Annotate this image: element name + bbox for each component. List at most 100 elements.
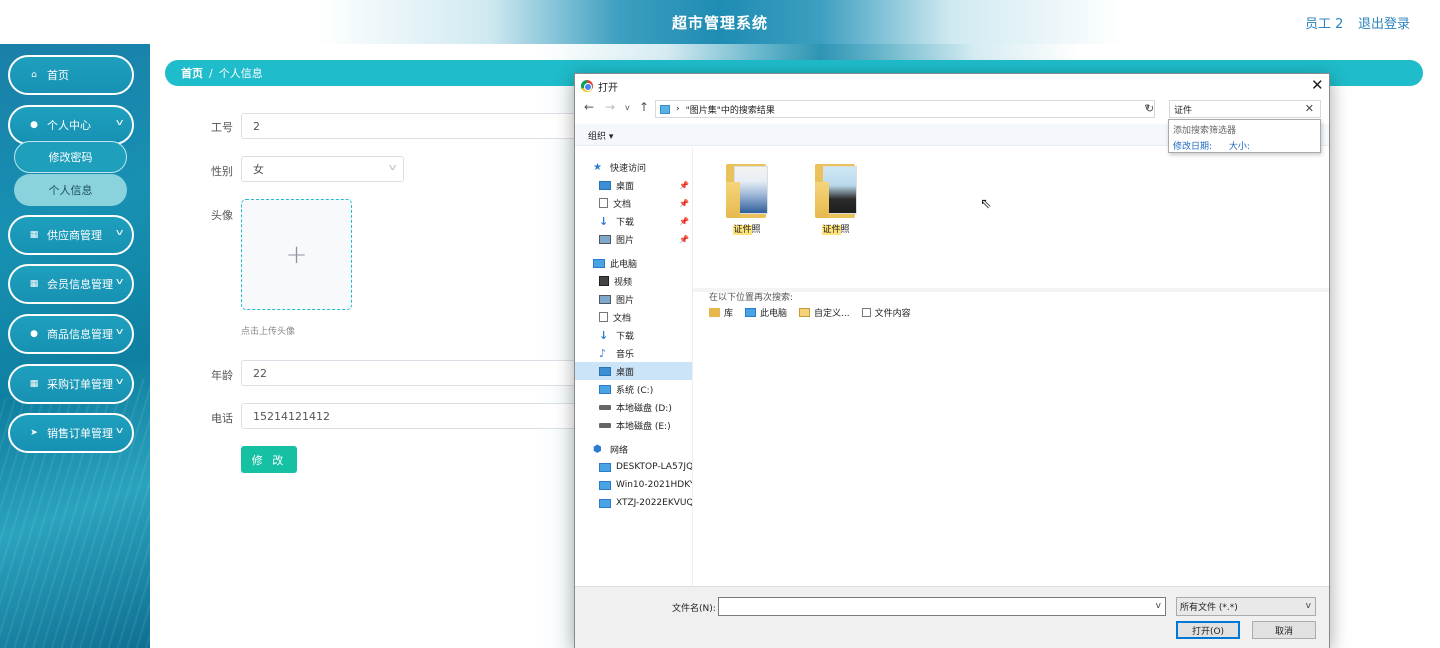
- star-icon: ★: [593, 161, 602, 173]
- pin-icon: 📌: [679, 234, 689, 244]
- nav-drive-c[interactable]: 系统 (C:): [599, 380, 653, 398]
- desktop-icon: [599, 366, 611, 376]
- nav-quick-access[interactable]: ★ 快速访问: [593, 158, 646, 176]
- library-icon: [709, 308, 720, 317]
- pin-icon: 📌: [679, 216, 689, 226]
- search-again-custom[interactable]: 自定义...: [799, 306, 850, 319]
- dialog-footer: 文件名(N): v 所有文件 (*.*) v 打开(O) 取消: [575, 586, 1329, 648]
- clear-icon[interactable]: ✕: [1305, 102, 1314, 115]
- refresh-icon[interactable]: ↻: [1145, 102, 1154, 115]
- gender-value: 女: [253, 163, 264, 176]
- mouse-cursor-icon: ⇖: [980, 196, 992, 212]
- search-again-links: 库 此电脑 自定义... 文件内容: [709, 306, 923, 319]
- nav-pc-documents[interactable]: 文档: [599, 308, 631, 326]
- phone-field[interactable]: 15214121412: [241, 403, 581, 429]
- nav-pc-downloads[interactable]: ↓ 下载: [599, 326, 634, 344]
- nav-network-pc-3[interactable]: XTZJ-2022EKVUQ: [599, 494, 693, 512]
- sidebar-item-product[interactable]: ● 商品信息管理 v: [8, 314, 134, 354]
- grid-icon: ▦: [29, 279, 39, 289]
- breadcrumb-separator: /: [209, 66, 213, 80]
- search-again-this-pc[interactable]: 此电脑: [745, 306, 787, 319]
- nav-pc-desktop[interactable]: 桌面: [575, 362, 692, 380]
- nav-network-pc-1[interactable]: DESKTOP-LA57JQ: [599, 458, 692, 476]
- nav-quick-pictures[interactable]: 图片 📌: [599, 230, 692, 248]
- download-icon: ↓: [599, 214, 609, 228]
- sidebar-item-purchase[interactable]: ▦ 采购订单管理 v: [8, 364, 134, 404]
- recent-dropdown-icon[interactable]: v: [625, 103, 630, 112]
- computer-icon: [599, 462, 611, 472]
- search-filter-header: 添加搜索筛选器: [1173, 126, 1237, 136]
- up-arrow-icon[interactable]: ↑: [639, 100, 649, 114]
- cancel-button[interactable]: 取消: [1252, 621, 1316, 639]
- dialog-title: 打开: [598, 83, 618, 94]
- sidebar-item-member[interactable]: ▦ 会员信息管理 v: [8, 264, 134, 304]
- nav-label: XTZJ-2022EKVUQ: [616, 498, 693, 508]
- nav-pc-videos[interactable]: 视频: [599, 272, 632, 290]
- nav-quick-documents[interactable]: 文档 📌: [599, 194, 692, 212]
- nav-label: 图片: [616, 235, 635, 246]
- nav-pc-music[interactable]: ♪ 音乐: [599, 344, 634, 362]
- sidebar-item-label: 个人中心: [47, 119, 91, 132]
- nav-network-pc-2[interactable]: Win10-2021HDKY: [599, 476, 693, 494]
- filter-modified-date[interactable]: 修改日期:: [1173, 142, 1212, 152]
- sidebar-item-label: 商品信息管理: [47, 328, 113, 341]
- file-item[interactable]: 证件照: [808, 160, 864, 235]
- address-bar[interactable]: › "图片集"中的搜索结果 v: [655, 100, 1155, 118]
- employee-no-label: 工号: [211, 121, 233, 134]
- dialog-titlebar: 打开 ✕: [575, 74, 1329, 98]
- sidebar-subitem-change-password[interactable]: 修改密码: [14, 141, 127, 173]
- nav-pc-pictures[interactable]: 图片: [599, 290, 634, 308]
- chevron-down-icon: v: [115, 426, 124, 436]
- address-text: "图片集"中的搜索结果: [685, 105, 775, 116]
- sidebar-item-sales[interactable]: ➤ 销售订单管理 v: [8, 413, 134, 453]
- gender-select[interactable]: 女 v: [241, 156, 404, 182]
- sidebar-item-label: 首页: [47, 69, 69, 82]
- document-icon: [599, 198, 608, 208]
- modify-button[interactable]: 修 改: [241, 446, 297, 473]
- document-icon: [599, 312, 608, 322]
- nav-quick-downloads[interactable]: ↓ 下载 📌: [599, 212, 692, 230]
- organize-menu[interactable]: 组织 ▾: [588, 129, 613, 142]
- sidebar-item-personal-center[interactable]: ● 个人中心 v: [8, 105, 134, 145]
- nav-drive-d[interactable]: 本地磁盘 (D:): [599, 398, 672, 416]
- search-again-library[interactable]: 库: [709, 306, 733, 319]
- grid-icon: ▦: [29, 379, 39, 389]
- nav-network[interactable]: ⬢ 网络: [593, 440, 628, 458]
- sidebar-item-label: 采购订单管理: [47, 378, 113, 391]
- nav-quick-desktop[interactable]: 桌面 📌: [599, 176, 692, 194]
- open-button[interactable]: 打开(O): [1176, 621, 1240, 639]
- sidebar-item-home[interactable]: ⌂ 首页: [8, 55, 134, 95]
- nav-drive-e[interactable]: 本地磁盘 (E:): [599, 416, 671, 434]
- filename-input[interactable]: v: [718, 597, 1166, 616]
- employee-no-field[interactable]: 2: [241, 113, 581, 139]
- nav-label: 本地磁盘 (D:): [616, 403, 672, 414]
- user-icon: ●: [30, 120, 38, 130]
- logout-link[interactable]: 退出登录: [1358, 13, 1410, 32]
- nav-label: 图片: [616, 295, 635, 306]
- back-arrow-icon[interactable]: ←: [584, 100, 594, 114]
- chevron-down-icon: v: [115, 118, 124, 128]
- navigation-pane: ★ 快速访问 桌面 📌 文档 📌 ↓ 下载 📌 图片 📌 此电脑 视频 图片 文档 ↓ 下载 …: [575, 148, 693, 586]
- filter-size[interactable]: 大小:: [1229, 142, 1250, 152]
- nav-this-pc[interactable]: 此电脑: [593, 254, 637, 272]
- filetype-select[interactable]: 所有文件 (*.*) v: [1176, 597, 1316, 616]
- search-again-file-contents[interactable]: 文件内容: [861, 306, 911, 319]
- forward-arrow-icon[interactable]: →: [605, 100, 615, 114]
- upload-tip: 点击上传头像: [241, 327, 296, 337]
- age-field[interactable]: 22: [241, 360, 581, 386]
- avatar-uploader[interactable]: +: [241, 199, 352, 310]
- search-input[interactable]: 证件 ✕: [1169, 100, 1321, 118]
- home-icon: ⌂: [31, 70, 37, 80]
- file-list-pane: 证件照 证件照 ⇖ 在以下位置再次搜索: 库 此电脑 自定义... 文件内容: [693, 148, 1329, 586]
- sidebar-item-supplier[interactable]: ▦ 供应商管理 v: [8, 215, 134, 255]
- close-icon[interactable]: ✕: [1311, 76, 1324, 94]
- file-item[interactable]: 证件照: [719, 160, 775, 235]
- nav-label: 音乐: [616, 349, 635, 360]
- chevron-down-icon[interactable]: v: [1156, 601, 1161, 611]
- nav-label: 网络: [610, 445, 629, 456]
- sidebar-subitem-personal-info[interactable]: 个人信息: [14, 174, 127, 206]
- current-user[interactable]: 员工 2: [1305, 13, 1343, 32]
- breadcrumb-home[interactable]: 首页: [181, 65, 203, 81]
- nav-label: Win10-2021HDKY: [616, 480, 693, 490]
- nav-label: 视频: [614, 277, 633, 288]
